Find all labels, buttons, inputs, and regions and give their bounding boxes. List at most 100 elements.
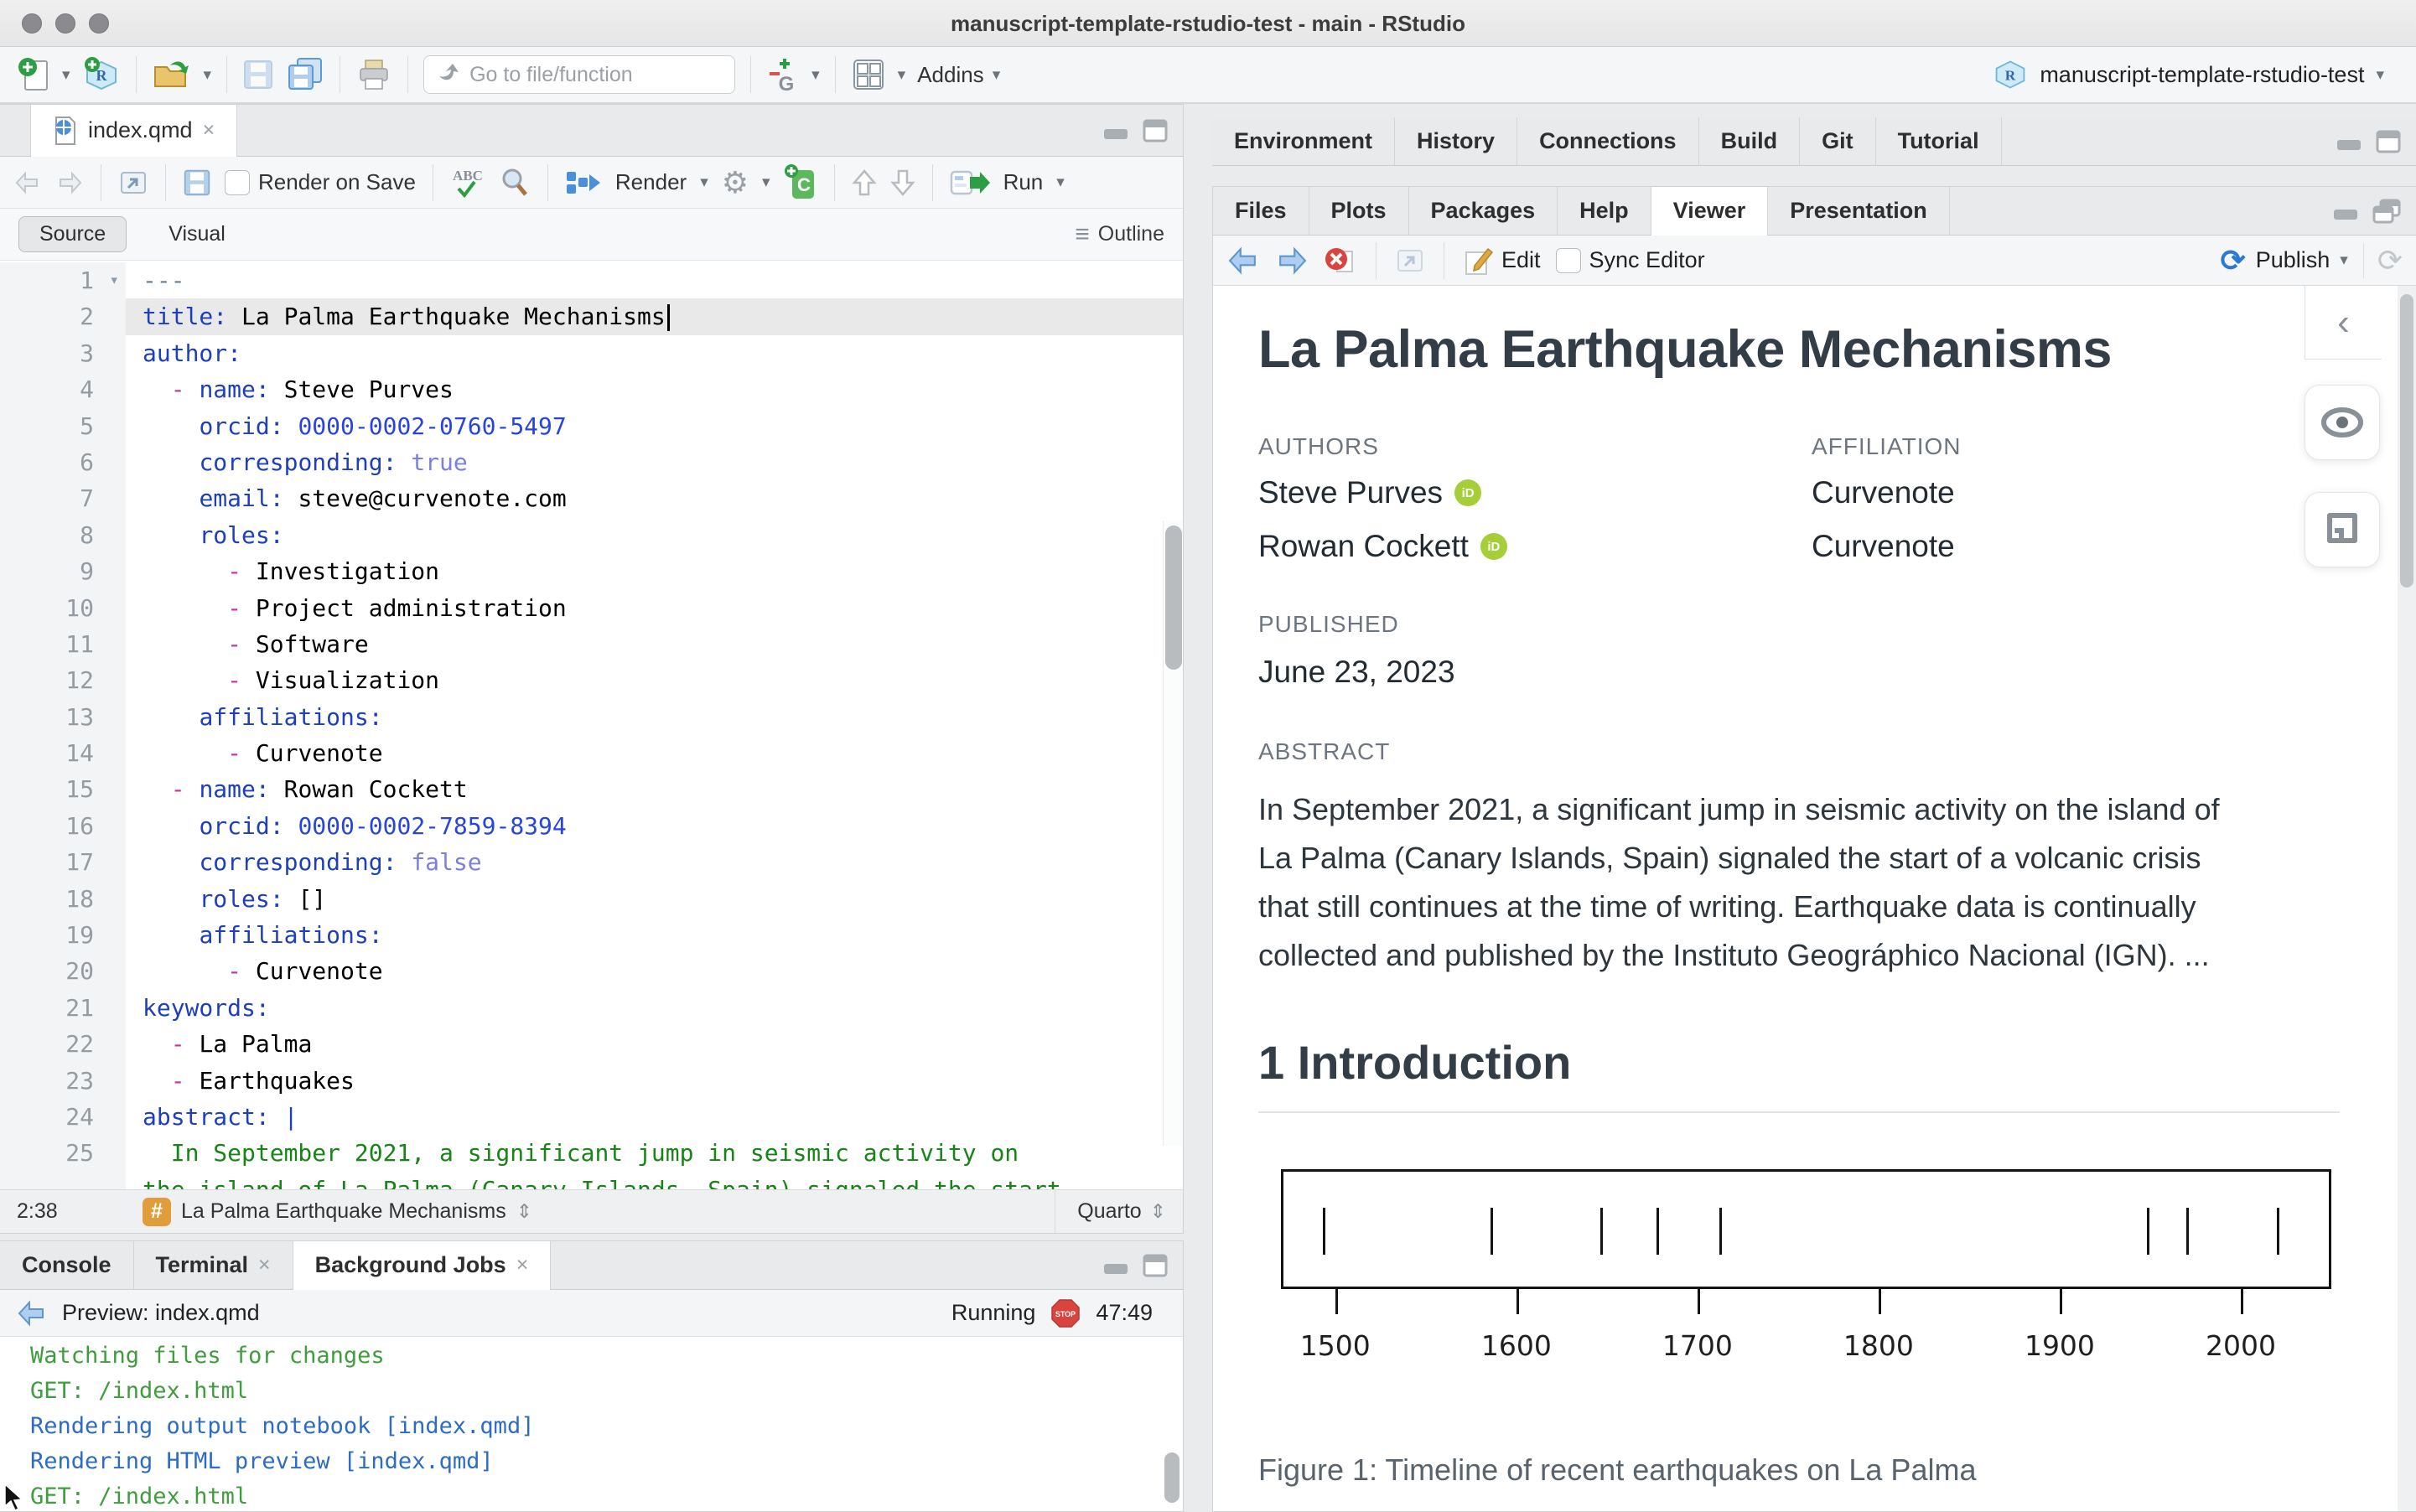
gear-icon[interactable]: ⚙ [722,165,749,200]
code-line[interactable]: 7 email: steve@curvenote.com [0,480,1183,516]
render-icon[interactable] [565,168,602,197]
run-caret-icon[interactable]: ▾ [1056,173,1065,192]
close-icon[interactable]: × [258,1253,271,1277]
code-line[interactable]: 5 orcid: 0000-0002-0760-5497 [0,408,1183,444]
forward-icon[interactable] [55,170,84,195]
code-line[interactable]: 16 orcid: 0000-0002-7859-8394 [0,808,1183,844]
code-line[interactable]: 2title: La Palma Earthquake Mechanisms [0,298,1183,334]
maximize-pane-icon[interactable] [1143,1254,1168,1277]
new-project-icon[interactable]: R [82,55,121,94]
open-file-icon[interactable] [152,57,192,92]
outline-button[interactable]: ≡ Outline [1075,220,1164,249]
code-line[interactable]: 11 - Software [0,626,1183,662]
minimize-pane-icon[interactable] [1102,121,1129,141]
close-icon[interactable]: × [203,118,215,142]
goto-file-input[interactable] [469,63,704,87]
code-line[interactable]: 22 - La Palma [0,1026,1183,1062]
minimize-pane-icon[interactable] [1102,1256,1129,1276]
popout-icon[interactable] [118,169,148,196]
tab-terminal[interactable]: Terminal× [134,1241,293,1289]
publish-button[interactable]: ⟳ Publish ▾ [2221,243,2348,278]
viewer-scrollbar[interactable] [2398,286,2416,1511]
tab-index-qmd[interactable]: index.qmd × [30,105,237,156]
edit-button[interactable]: Edit [1463,246,1541,276]
code-line[interactable]: 18 roles: [] [0,881,1183,917]
tab-history[interactable]: History [1395,117,1517,165]
console-scroll-thumb[interactable] [1164,1452,1179,1503]
code-line[interactable]: 21keywords: [0,990,1183,1026]
code-line[interactable]: 12 - Visualization [0,662,1183,698]
code-line[interactable]: 14 - Curvenote [0,735,1183,771]
run-icon[interactable] [950,168,990,197]
symbol-selector[interactable]: # La Palma Earthquake Mechanisms ⇕ [143,1198,532,1226]
job-back-icon[interactable] [17,1300,47,1327]
save-file-icon[interactable] [183,168,211,197]
render-on-save-toggle[interactable]: Render on Save [225,169,416,195]
tab-console[interactable]: Console [0,1241,134,1289]
sync-editor-checkbox[interactable] [1556,248,1581,273]
maximize-pane-icon[interactable] [2376,130,2401,153]
console-output[interactable]: Watching files for changesGET: /index.ht… [0,1337,1183,1511]
refresh-icon[interactable]: ⟳ [2363,243,2403,278]
render-label[interactable]: Render [615,169,687,195]
code-line[interactable]: 10 - Project administration [0,590,1183,626]
code-line[interactable]: 3author: [0,335,1183,371]
minimize-pane-icon[interactable] [2336,132,2362,152]
addins-button[interactable]: Addins ▾ [917,62,1000,88]
code-editor[interactable]: 1▾---2title: La Palma Earthquake Mechani… [0,261,1183,1189]
code-line[interactable]: 6 corresponding: true [0,444,1183,480]
stop-icon[interactable]: STOP [1050,1298,1081,1328]
tab-packages[interactable]: Packages [1409,187,1558,235]
new-file-caret-icon[interactable]: ▾ [62,65,70,85]
run-previous-icon[interactable] [852,168,877,198]
tab-tutorial[interactable]: Tutorial [1876,117,2002,165]
visual-mode-button[interactable]: Visual [148,217,246,251]
tab-help[interactable]: Help [1558,187,1651,235]
console-scrollbar[interactable] [1163,1337,1181,1511]
git-icon[interactable]: G [766,55,800,94]
open-file-caret-icon[interactable]: ▾ [204,65,212,85]
code-line[interactable]: 4 - name: Steve Purves [0,371,1183,407]
sync-editor-toggle[interactable]: Sync Editor [1556,247,1705,273]
insert-chunk-icon[interactable]: C [784,163,817,202]
viewer-popout-icon[interactable] [1395,247,1425,274]
minimize-pane-icon[interactable] [2332,201,2359,221]
maximize-pane-icon[interactable] [1143,119,1168,142]
viewer-forward-icon[interactable] [1275,246,1309,275]
code-line[interactable]: the island of La Palma (Canary Islands, … [0,1172,1183,1189]
code-line[interactable]: 25 In September 2021, a significant jump… [0,1135,1183,1171]
editor-scrollbar[interactable] [1163,520,1183,1146]
viewer-scroll-thumb[interactable] [2400,294,2413,588]
code-line[interactable]: 1▾--- [0,262,1183,298]
gear-caret-icon[interactable]: ▾ [762,173,770,192]
orcid-icon[interactable]: iD [1480,533,1507,560]
search-icon[interactable] [499,166,531,199]
editor-scroll-thumb[interactable] [1165,526,1182,670]
code-line[interactable]: 23 - Earthquakes [0,1063,1183,1099]
panes-caret-icon[interactable]: ▾ [898,65,906,85]
render-on-save-checkbox[interactable] [225,170,250,195]
annotation-button[interactable] [2305,492,2380,567]
close-icon[interactable]: × [516,1253,529,1277]
print-icon[interactable] [355,57,392,92]
tab-plots[interactable]: Plots [1309,187,1409,235]
code-line[interactable]: 20 - Curvenote [0,953,1183,989]
tab-build[interactable]: Build [1699,117,1801,165]
source-mode-button[interactable]: Source [18,216,127,252]
save-icon[interactable] [242,59,274,91]
project-selector[interactable]: R manuscript-template-rstudio-test ▾ [1993,57,2384,92]
run-label[interactable]: Run [1003,169,1044,195]
code-line[interactable]: 17 corresponding: false [0,844,1183,880]
render-caret-icon[interactable]: ▾ [700,173,708,192]
new-file-icon[interactable] [17,56,50,93]
visibility-button[interactable] [2305,385,2380,460]
code-line[interactable]: 9 - Investigation [0,553,1183,589]
tab-files[interactable]: Files [1213,187,1309,235]
git-caret-icon[interactable]: ▾ [811,65,820,85]
spellcheck-icon[interactable]: ABC [450,165,485,200]
clear-viewer-icon[interactable] [1324,245,1357,277]
save-all-icon[interactable] [286,57,324,92]
tab-git[interactable]: Git [1800,117,1876,165]
code-line[interactable]: 8 roles: [0,517,1183,553]
goto-file-search[interactable] [423,55,735,94]
